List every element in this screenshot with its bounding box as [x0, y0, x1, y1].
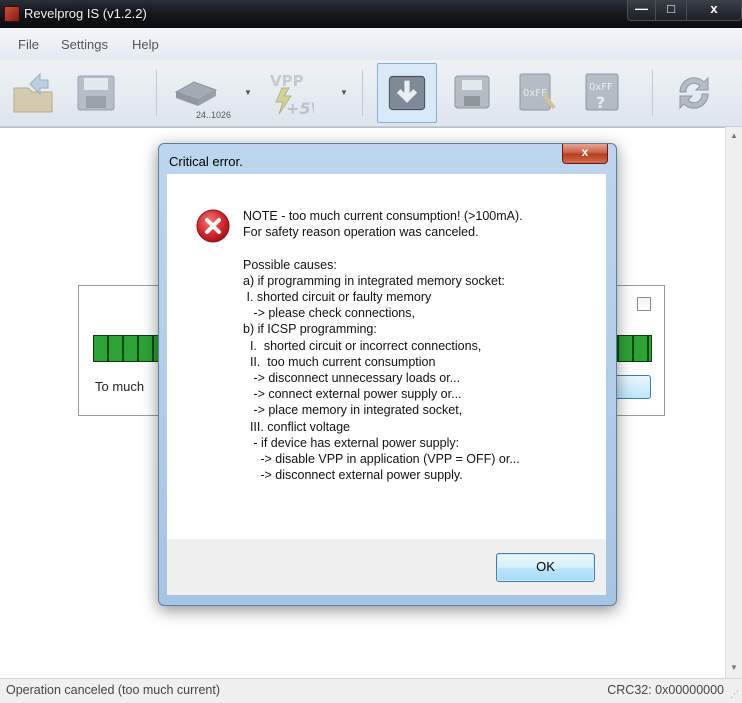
close-button[interactable]: x: [686, 0, 742, 21]
device-dropdown-arrow[interactable]: ▼: [244, 88, 252, 97]
refresh-icon: [679, 76, 709, 110]
scroll-up-icon[interactable]: ▲: [730, 131, 738, 140]
dialog-message: NOTE - too much current consumption! (>1…: [243, 209, 523, 483]
open-folder-icon: [13, 72, 53, 113]
dialog-footer: OK: [167, 539, 606, 595]
refresh-button[interactable]: [668, 64, 720, 120]
dialog-close-button[interactable]: x: [562, 144, 608, 164]
dialog-body: NOTE - too much current consumption! (>1…: [167, 174, 606, 539]
blank-check-button[interactable]: 0xFF ?: [576, 64, 628, 120]
toolbar-separator: [362, 70, 363, 116]
status-message: Operation canceled (too much current): [6, 683, 220, 697]
menu-help[interactable]: Help: [132, 37, 159, 52]
window-title: Revelprog IS (v1.2.2): [24, 6, 147, 21]
toolbar: 24..1026 ▼ VPP +5V ▼ 0xFF 0xFF: [0, 60, 742, 127]
svg-text:+5V: +5V: [286, 99, 314, 118]
vpp-button[interactable]: VPP +5V: [262, 64, 325, 120]
erase-0xff-icon: 0xFF: [519, 73, 556, 111]
menu-settings[interactable]: Settings: [61, 37, 108, 52]
vertical-scrollbar[interactable]: ▲ ▼: [725, 127, 742, 678]
write-chip-icon: [454, 75, 490, 109]
panel-message: To much: [95, 379, 145, 394]
svg-text:VPP: VPP: [270, 72, 304, 90]
title-bar: Revelprog IS (v1.2.2) — □ x: [0, 0, 742, 28]
svg-text:0xFF: 0xFF: [589, 82, 613, 93]
app-icon: [4, 6, 20, 22]
read-chip-icon: [388, 75, 426, 111]
error-icon: [196, 209, 230, 243]
device-label: 24..1026: [196, 110, 232, 120]
blank-check-0xff-icon: 0xFF ?: [585, 73, 619, 112]
toolbar-separator: [652, 70, 653, 116]
ok-button[interactable]: OK: [496, 553, 595, 582]
svg-text:0xFF: 0xFF: [523, 88, 547, 99]
panel-checkbox[interactable]: [637, 297, 651, 311]
vpp-dropdown-arrow[interactable]: ▼: [340, 88, 348, 97]
open-button[interactable]: [8, 64, 60, 120]
erase-button[interactable]: 0xFF: [510, 64, 562, 120]
save-button[interactable]: [70, 64, 122, 120]
toolbar-separator: [156, 70, 157, 116]
minimize-button[interactable]: —: [627, 0, 656, 21]
read-button[interactable]: [377, 63, 437, 123]
write-button[interactable]: [446, 64, 498, 120]
scroll-down-icon[interactable]: ▼: [730, 663, 738, 672]
status-bar: Operation canceled (too much current) CR…: [0, 678, 742, 703]
svg-text:?: ?: [596, 93, 605, 112]
dialog-title: Critical error.: [169, 154, 243, 169]
vpp-power-icon: VPP +5V: [270, 72, 325, 118]
critical-error-dialog: Critical error. x NOTE - too much curren…: [158, 143, 617, 606]
maximize-button[interactable]: □: [655, 0, 687, 21]
menu-bar: File Settings Help: [0, 28, 742, 60]
resize-grip-icon[interactable]: ⋰: [730, 689, 739, 700]
crc-readout: CRC32: 0x00000000: [607, 683, 724, 697]
menu-file[interactable]: File: [18, 37, 39, 52]
save-disk-icon: [77, 75, 115, 111]
